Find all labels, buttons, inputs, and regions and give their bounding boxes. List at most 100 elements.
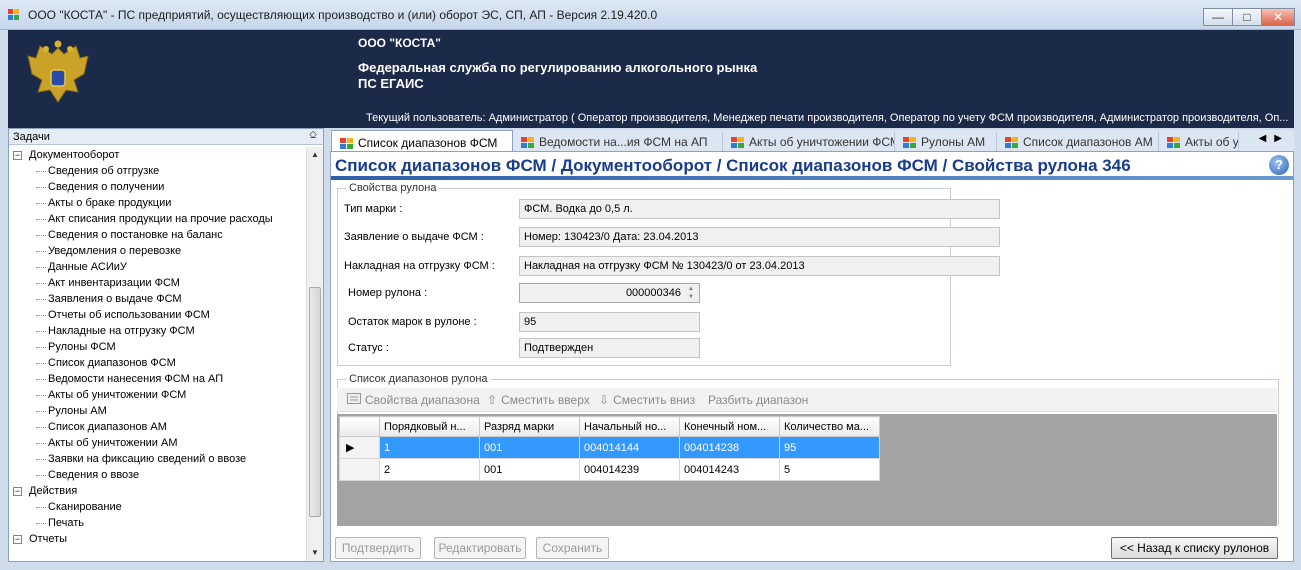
tasks-tree: − Документооборот Сведения об отгрузке Свед… — [9, 147, 307, 561]
tab-label: Акты об уничтожении ФСМ — [749, 135, 895, 149]
pin-icon[interactable]: ⎐ — [309, 130, 317, 141]
document-tab-icon — [1005, 137, 1018, 148]
split-range-button[interactable]: Разбить диапазон — [708, 393, 808, 407]
tree-item[interactable]: Акты о браке продукции — [9, 195, 307, 211]
tree-item-label: Отчеты — [29, 533, 68, 545]
help-icon[interactable]: ? — [1269, 155, 1289, 175]
invoice-field: Накладная на отгрузку ФСМ № 130423/0 от … — [519, 256, 1000, 276]
column-header[interactable]: Количество ма... — [779, 416, 880, 437]
tree-item[interactable]: Акт списания продукции на прочие расходы — [9, 211, 307, 227]
tree-item-label: Список диапазонов ФСМ — [48, 357, 176, 369]
tree-item-label: Сведения о постановке на баланс — [48, 229, 223, 241]
collapse-toggle-icon[interactable]: − — [13, 151, 22, 160]
tree-item-label: Сканирование — [48, 501, 122, 513]
tree-item[interactable]: Накладные на отгрузку ФСМ — [9, 323, 307, 339]
ranges-grid-area: Порядковый н... Разряд марки Начальный но.… — [337, 414, 1277, 526]
tree-item[interactable]: Сканирование — [9, 499, 307, 515]
arrow-up-icon: ⇧ — [487, 393, 498, 407]
maximize-button[interactable]: □ — [1232, 8, 1262, 26]
column-header[interactable]: Порядковый н... — [379, 416, 480, 437]
tree-item[interactable]: Уведомления о перевозке — [9, 243, 307, 259]
tab-3[interactable]: Акты об уничтожении ФСМ — [723, 132, 895, 151]
scroll-thumb[interactable] — [309, 287, 321, 517]
tab-label: Акты об у — [1185, 135, 1239, 149]
column-header[interactable]: Конечный ном... — [679, 416, 780, 437]
tab-scroll-arrows[interactable]: ◀▶ — [1259, 133, 1290, 144]
table-cell: 004014239 — [579, 458, 680, 481]
tree-item[interactable]: Акты об уничтожении АМ — [9, 435, 307, 451]
tree-item[interactable]: Рулоны ФСМ — [9, 339, 307, 355]
tree-item[interactable]: Сведения о ввозе — [9, 467, 307, 483]
tab-5[interactable]: Список диапазонов АМ — [997, 132, 1159, 151]
table-cell: 004014238 — [679, 436, 780, 459]
tree-item-label: Сведения о ввозе — [48, 469, 140, 481]
application-label: Заявление о выдаче ФСМ : — [344, 231, 484, 243]
move-down-button[interactable]: ⇩ Сместить вниз — [599, 393, 695, 407]
column-header[interactable]: Разряд марки — [479, 416, 580, 437]
tree-item[interactable]: Ведомости нанесения ФСМ на АП — [9, 371, 307, 387]
tree-item[interactable]: Список диапазонов АМ — [9, 419, 307, 435]
tasks-scrollbar[interactable]: ▲ ▼ — [306, 147, 323, 561]
mark-type-field: ФСМ. Водка до 0,5 л. — [519, 199, 1000, 219]
tab-4[interactable]: Рулоны АМ — [895, 132, 997, 151]
tab-label: Рулоны АМ — [921, 135, 986, 149]
tree-item[interactable]: Сведения о постановке на баланс — [9, 227, 307, 243]
move-down-label: Сместить вниз — [613, 393, 696, 407]
column-header[interactable]: Начальный но... — [579, 416, 680, 437]
scroll-up-icon[interactable]: ▲ — [307, 147, 323, 163]
tree-item-label: Отчеты об использовании ФСМ — [48, 309, 210, 321]
tree-item[interactable]: Акты об уничтожении ФСМ — [9, 387, 307, 403]
tree-item[interactable]: Печать — [9, 515, 307, 531]
tree-item-label: Акт списания продукции на прочие расходы — [48, 213, 273, 225]
scroll-down-icon[interactable]: ▼ — [307, 545, 323, 561]
collapse-toggle-icon[interactable]: − — [13, 487, 22, 496]
document-tab-icon — [521, 137, 534, 148]
tree-item[interactable]: Сведения об отгрузке — [9, 163, 307, 179]
double-headed-eagle-emblem — [27, 40, 89, 103]
tree-item[interactable]: Акт инвентаризации ФСМ — [9, 275, 307, 291]
tree-group[interactable]: − Документооборот — [9, 147, 307, 163]
row-selector-icon[interactable] — [339, 458, 380, 481]
edit-button[interactable]: Редактировать — [434, 537, 526, 559]
confirm-button[interactable]: Подтвердить — [335, 537, 421, 559]
tab-1[interactable]: Список диапазонов ФСМ — [331, 130, 513, 151]
move-up-button[interactable]: ⇧ Сместить вверх — [487, 393, 590, 407]
range-properties-button[interactable]: Свойства диапазона — [347, 393, 480, 407]
tree-item[interactable]: Заявки на фиксацию сведений о ввозе — [9, 451, 307, 467]
save-button[interactable]: Сохранить — [536, 537, 609, 559]
tree-item[interactable]: Сведения о получении — [9, 179, 307, 195]
window-title: ООО "КОСТА" - ПС предприятий, осуществля… — [28, 8, 658, 22]
tree-item-label: Сведения об отгрузке — [48, 165, 160, 177]
collapse-toggle-icon[interactable]: − — [13, 535, 22, 544]
tree-item-label: Ведомости нанесения ФСМ на АП — [48, 373, 224, 385]
document-tab-icon — [903, 137, 916, 148]
tree-item-label: Список диапазонов АМ — [48, 421, 167, 433]
close-button[interactable]: ✕ — [1261, 8, 1295, 26]
tree-item[interactable]: Заявления о выдаче ФСМ — [9, 291, 307, 307]
tree-item-label: Рулоны АМ — [48, 405, 107, 417]
tree-item[interactable]: Отчеты об использовании ФСМ — [9, 307, 307, 323]
minimize-button[interactable]: — — [1203, 8, 1233, 26]
agency-name: Федеральная служба по регулированию алко… — [358, 60, 758, 75]
invoice-label: Накладная на отгрузку ФСМ : — [344, 260, 495, 272]
document-tabs: ◀▶ Список диапазонов ФСМ Ведомости на...и… — [330, 130, 1294, 152]
status-label: Статус : — [348, 342, 389, 354]
table-row[interactable]: ▶ 1 001 004014144 004014238 95 — [339, 436, 880, 459]
tree-item[interactable]: Данные АСИиУ — [9, 259, 307, 275]
page-title: Список диапазонов ФСМ / Документооборот … — [335, 156, 1131, 175]
tab-6[interactable]: Акты об у — [1159, 132, 1239, 151]
remaining-label: Остаток марок в рулоне : — [348, 316, 477, 328]
tree-item[interactable]: Рулоны АМ — [9, 403, 307, 419]
tree-group[interactable]: − Действия — [9, 483, 307, 499]
status-field: Подтвержден — [519, 338, 700, 358]
roll-number-stepper[interactable]: 000000346 ▲ ▼ — [519, 283, 700, 303]
tab-2[interactable]: Ведомости на...ия ФСМ на АП — [513, 132, 723, 151]
tree-group[interactable]: − Отчеты — [9, 531, 307, 547]
row-selector-icon[interactable]: ▶ — [339, 436, 380, 459]
stepper-arrows-icon[interactable]: ▲ ▼ — [684, 285, 698, 301]
table-row[interactable]: 2 001 004014239 004014243 5 — [339, 458, 880, 481]
app-banner: ООО "КОСТА" Федеральная служба по регули… — [8, 30, 1294, 128]
range-properties-label: Свойства диапазона — [365, 393, 480, 407]
back-to-rolls-button[interactable]: << Назад к списку рулонов — [1111, 537, 1278, 559]
tree-item[interactable]: Список диапазонов ФСМ — [9, 355, 307, 371]
